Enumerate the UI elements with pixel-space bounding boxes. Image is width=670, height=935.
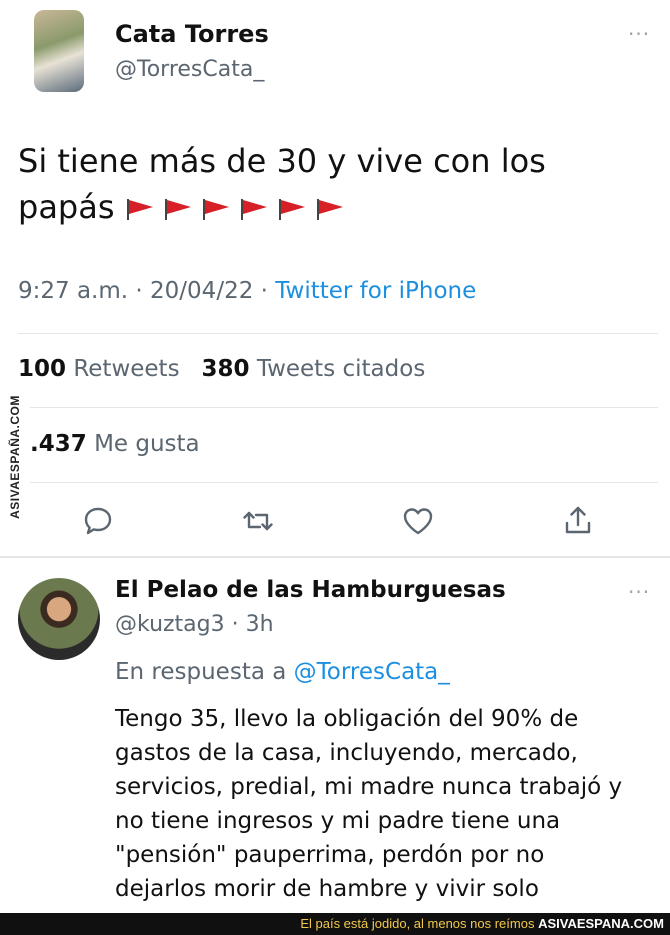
reply-icon[interactable] <box>80 503 116 539</box>
red-flag-icon <box>278 199 305 220</box>
author-handle[interactable]: @TorresCata_ <box>115 57 264 82</box>
footer-brand: ASIVAESPANA.COM <box>538 916 664 931</box>
meta-separator: · <box>260 278 268 304</box>
red-flag-icon <box>316 199 343 220</box>
likes-count[interactable]: .437 <box>30 431 87 457</box>
divider <box>18 407 658 408</box>
divider <box>18 482 658 483</box>
tweet-time: 9:27 a.m. <box>18 278 129 304</box>
tweet-meta: 9:27 a.m. · 20/04/22 · Twitter for iPhon… <box>18 278 476 304</box>
divider <box>18 333 658 334</box>
tweet-source-link[interactable]: Twitter for iPhone <box>275 278 476 304</box>
author-avatar[interactable] <box>34 10 84 92</box>
likes-stats: .437 Me gusta <box>30 431 200 457</box>
reply-line: "pensión" pauperrima, perdón por no <box>115 842 545 868</box>
footer-watermark: El país está jodido, al menos nos reímos… <box>0 913 670 935</box>
red-flag-icon <box>164 199 191 220</box>
likes-label[interactable]: Me gusta <box>94 431 200 457</box>
retweets-label[interactable]: Retweets <box>73 356 179 382</box>
in-reply-prefix: En respuesta a <box>115 659 287 685</box>
retweets-count[interactable]: 100 <box>18 356 66 382</box>
red-flags <box>125 188 353 226</box>
reply-author-name[interactable]: El Pelao de las Hamburguesas <box>115 577 506 603</box>
reply-line: dejarlos morir de hambre y vivir solo <box>115 876 539 902</box>
more-dots-icon[interactable]: ··· <box>628 580 650 604</box>
author-name[interactable]: Cata Torres <box>115 20 269 48</box>
footer-caption: El país está jodido, al menos nos reímos <box>300 916 535 931</box>
reply-author-avatar[interactable] <box>18 578 100 660</box>
like-icon[interactable] <box>400 503 436 539</box>
red-flag-icon <box>202 199 229 220</box>
reply-author-handle[interactable]: @kuztag3 <box>115 612 225 637</box>
quotes-count[interactable]: 380 <box>202 356 250 382</box>
tweet-date: 20/04/22 <box>150 278 254 304</box>
tweet-separator <box>0 556 670 558</box>
retweet-stats: 100 Retweets 380 Tweets citados <box>18 356 425 382</box>
side-watermark-text: ASIVAESPAÑA.COM <box>8 395 23 519</box>
reply-line: gastos de la casa, incluyendo, mercado, <box>115 740 578 766</box>
retweet-icon[interactable] <box>240 503 276 539</box>
reply-line: no tiene ingresos y mi padre tiene una <box>115 808 561 834</box>
red-flag-icon <box>126 199 153 220</box>
tweet-text: Si tiene más de 30 y vive con los papás <box>18 138 618 230</box>
reply-meta: @kuztag3 · 3h <box>115 612 274 637</box>
reply-text: Tengo 35, llevo la obligación del 90% de… <box>115 702 660 906</box>
in-reply-mention-link[interactable]: @TorresCata_ <box>294 659 450 685</box>
reply-line: servicios, predial, mi madre nunca traba… <box>115 774 623 800</box>
red-flag-icon <box>240 199 267 220</box>
meta-separator: · <box>231 612 239 637</box>
share-icon[interactable] <box>560 503 596 539</box>
side-watermark: ASIVAESPAÑA.COM <box>0 395 30 519</box>
reply-line: Tengo 35, llevo la obligación del 90% de <box>115 706 579 732</box>
quotes-label[interactable]: Tweets citados <box>257 356 425 382</box>
more-dots-icon[interactable]: ··· <box>628 22 650 46</box>
reply-age: 3h <box>245 612 274 637</box>
in-reply-to: En respuesta a @TorresCata_ <box>115 659 450 685</box>
meta-separator: · <box>135 278 143 304</box>
